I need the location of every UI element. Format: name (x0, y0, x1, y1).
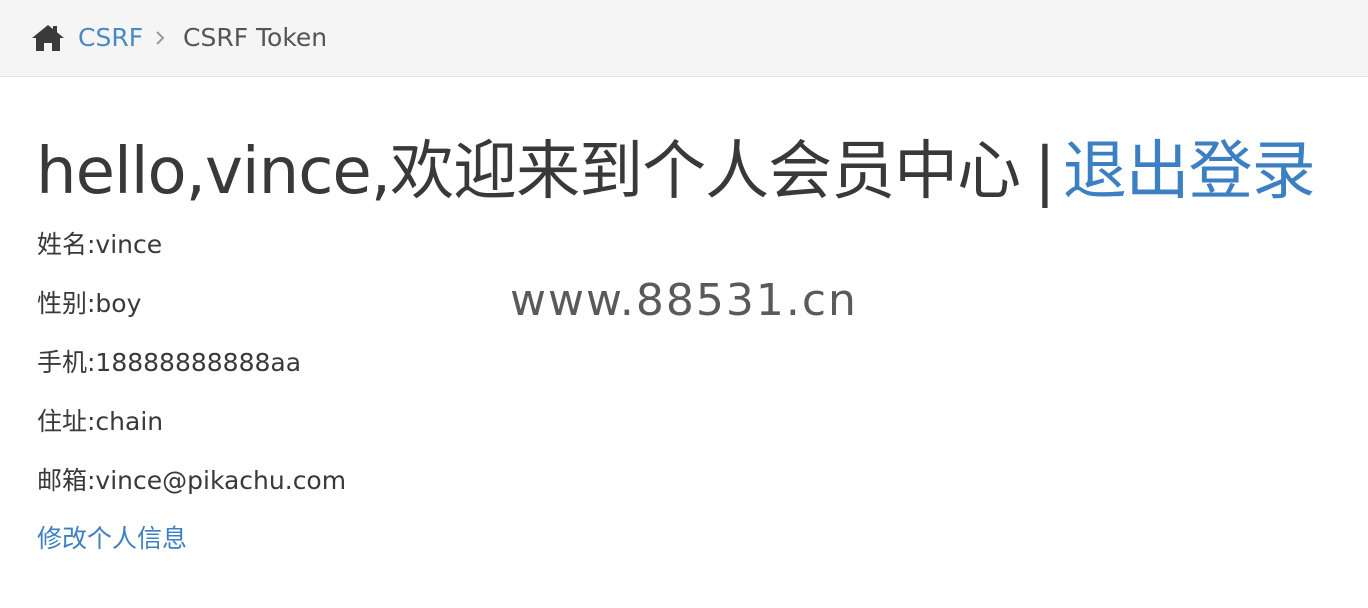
breadcrumb: CSRF CSRF Token (0, 0, 1368, 77)
profile-name: 姓名:vince (37, 230, 163, 259)
edit-profile-link[interactable]: 修改个人信息 (37, 522, 187, 556)
home-icon[interactable] (30, 23, 66, 53)
chevron-right-icon (152, 29, 168, 47)
watermark-text: www.88531.cn (510, 275, 858, 326)
profile-gender: 性别:boy (37, 289, 142, 318)
logout-link[interactable]: 退出登录 (1063, 135, 1316, 209)
title-separator: | (1034, 135, 1056, 209)
profile-email: 邮箱:vince@pikachu.com (37, 466, 347, 495)
breadcrumb-current: CSRF Token (183, 23, 328, 52)
profile-phone: 手机:18888888888aa (37, 348, 302, 377)
breadcrumb-link-csrf[interactable]: CSRF (78, 22, 143, 54)
page-title: hello,vince,欢迎来到个人会员中心 | 退出登录 (36, 130, 1316, 214)
greeting-text: hello,vince,欢迎来到个人会员中心 (36, 135, 1021, 209)
profile-address: 住址:chain (37, 407, 164, 436)
